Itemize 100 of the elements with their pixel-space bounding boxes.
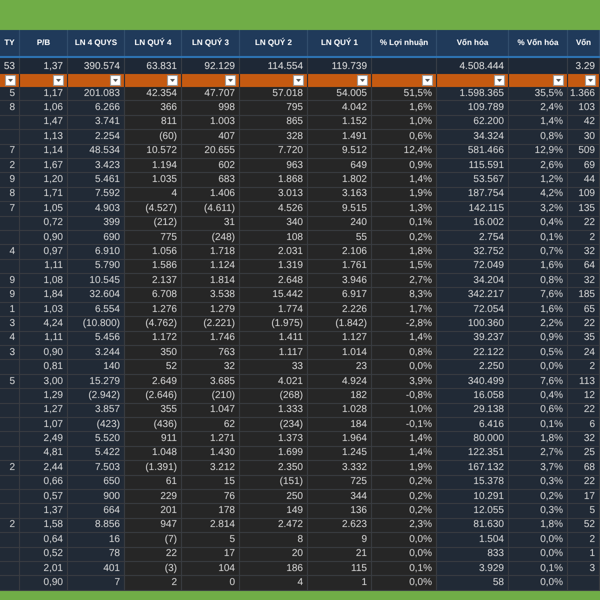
table-cell: (60) [125,130,182,145]
table-cell: 103 [568,101,600,116]
table-cell: 16.002 [437,216,509,231]
table-cell: 5 [182,533,240,548]
table-cell: 9 [0,173,20,188]
table-cell: 186 [240,562,308,576]
table-cell: 0,2% [372,476,437,490]
table-cell: 7.503 [68,461,125,476]
table-cell: 140 [68,360,125,375]
table-cell: 229 [125,490,182,504]
table-cell: 1.774 [240,302,308,318]
table-cell: 80.000 [437,432,509,447]
dropdown-arrow-icon [113,79,118,82]
filter-dropdown-button[interactable] [53,75,64,86]
table-cell: 1.598.365 [437,87,509,102]
table-cell: 58 [437,576,509,591]
table-cell: 0,0% [509,576,568,591]
filter-dropdown-button[interactable] [422,75,433,86]
table-cell: 1.003 [182,116,240,130]
table-cell: 1,67 [20,158,68,174]
table-cell: 0,8% [372,346,437,360]
table-cell: 2 [568,360,600,375]
table-cell: 1.411 [240,332,308,346]
table-cell: 3.538 [182,288,240,303]
table-cell: 2.106 [308,245,372,260]
table-cell: 1,08 [20,274,68,288]
table-cell: 0,0% [509,533,568,548]
table-cell: 5.456 [68,332,125,346]
table-cell: 1,4% [372,446,437,462]
filter-dropdown-button[interactable] [110,75,121,86]
table-cell: 24 [568,346,600,360]
table-cell: 0,3% [509,476,568,490]
table-cell [0,260,20,274]
table-cell: 963 [240,158,308,174]
table-cell: 0 [182,576,240,591]
table-cell: 833 [437,548,509,562]
table-cell: 2.137 [125,274,182,288]
dropdown-arrow-icon [228,79,233,82]
table-cell: 811 [125,116,182,130]
filter-dropdown-button[interactable] [225,75,236,86]
table-cell: 1,29 [20,389,68,404]
table-cell: 1.271 [182,432,240,447]
table-cell: 20 [240,548,308,562]
table-cell: 31 [182,216,240,231]
table-cell: 21 [308,548,372,562]
table-cell: 683 [182,173,240,188]
filter-dropdown-button[interactable] [553,75,564,86]
table-cell: 4,81 [20,446,68,462]
filter-dropdown-button[interactable] [167,75,178,86]
table-cell: 509 [568,144,600,159]
filter-dropdown-button[interactable] [293,75,304,86]
table-cell: 12.055 [437,504,509,519]
table-cell: 1.802 [308,173,372,188]
table-cell: 201.083 [68,87,125,102]
table-cell: 2,3% [372,518,437,534]
table-cell: 0,8% [509,130,568,145]
table-cell: 55 [308,230,372,246]
column-header: LN QUÝ 3 [182,30,240,56]
table-cell: 1,11 [20,332,68,346]
dropdown-arrow-icon [170,79,175,82]
table-cell: 6 [568,418,600,432]
filter-dropdown-button[interactable] [585,75,596,86]
table-cell: 5.461 [68,173,125,188]
table-cell: 178 [182,504,240,519]
table-cell: 15.442 [240,288,308,303]
table-cell: 3.212 [182,461,240,476]
table-cell: 6.266 [68,101,125,116]
table-cell: 1.048 [125,446,182,462]
table-cell: 3 [0,346,20,360]
table-cell: 122.351 [437,446,509,462]
table-cell: 602 [182,158,240,174]
table-cell: 4.526 [240,202,308,217]
table-cell: 34.204 [437,274,509,288]
table-cell: 76 [182,490,240,504]
column-header: LN 4 QUYS [68,30,125,56]
filter-dropdown-button[interactable] [494,75,505,86]
table-cell [568,576,600,591]
table-cell [0,576,20,591]
table-cell [0,116,20,130]
table-cell: 0,2% [372,490,437,504]
table-cell: 3.929 [437,562,509,576]
table-cell: (436) [125,418,182,432]
table-cell: 3.946 [308,274,372,288]
table-cell: 7 [0,202,20,217]
table-cell: (4.762) [125,317,182,332]
table-cell: 135 [568,202,600,217]
table-cell: 32 [182,360,240,375]
table-cell: 1,8% [372,245,437,260]
table-cell: 1.964 [308,432,372,447]
table-cell: 240 [308,216,372,231]
table-cell: 1.406 [182,188,240,202]
table-cell: 3.685 [182,374,240,390]
filter-dropdown-button[interactable] [357,75,368,86]
table-cell: 3.013 [240,188,308,202]
table-cell: 2.649 [125,374,182,390]
table-cell: 775 [125,230,182,246]
filter-dropdown-button[interactable] [5,75,16,86]
table-cell: (212) [125,216,182,231]
table-cell: 1,9% [372,461,437,476]
table-cell: 52 [125,360,182,375]
